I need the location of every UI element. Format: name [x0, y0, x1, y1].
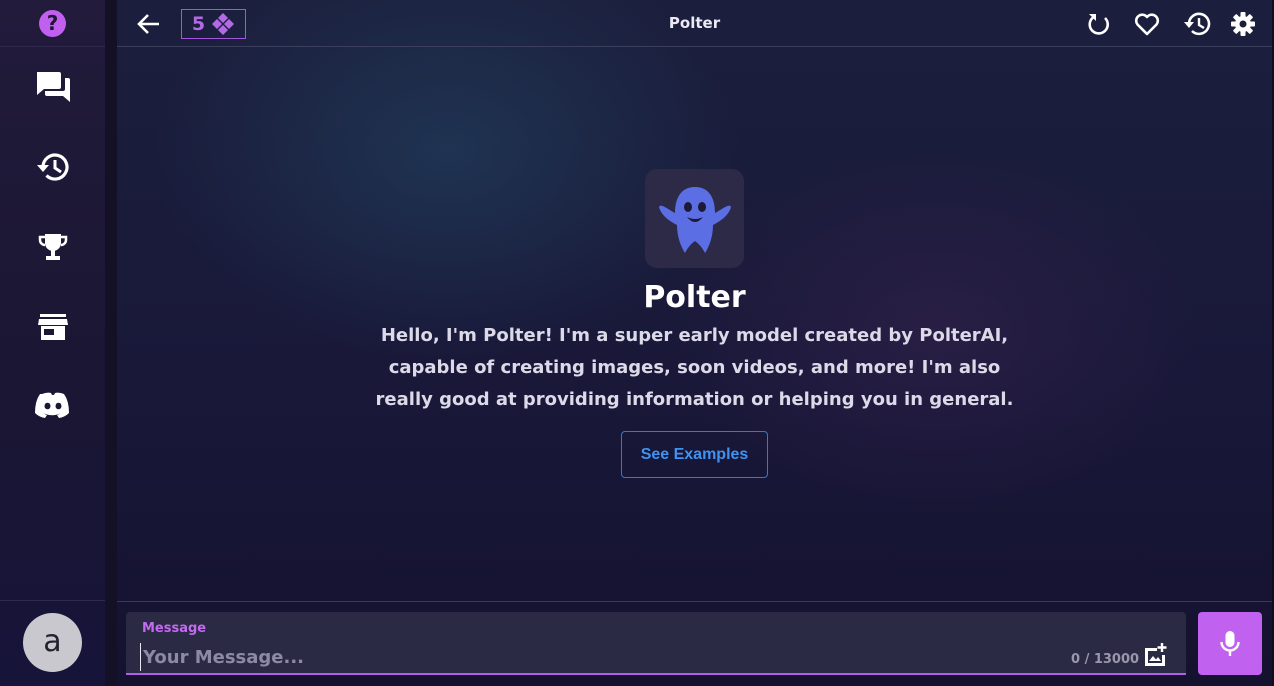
back-button[interactable]	[135, 10, 163, 38]
sidebar-divider	[105, 0, 117, 686]
sidebar-item-store[interactable]	[26, 303, 80, 351]
sidebar-item-leaderboard[interactable]	[26, 223, 80, 271]
composer-divider	[117, 601, 1272, 602]
settings-button[interactable]	[1229, 10, 1257, 38]
refresh-icon	[1088, 14, 1110, 35]
ghost-icon	[658, 186, 731, 253]
bot-description: Hello, I'm Polter! I'm a super early mod…	[375, 325, 1014, 410]
credits-badge[interactable]: 5	[181, 9, 246, 39]
chat-history-button[interactable]	[1183, 10, 1211, 38]
see-examples-button[interactable]: See Examples	[621, 431, 768, 478]
message-input[interactable]	[140, 643, 1040, 671]
message-label: Message	[142, 621, 207, 636]
credits-count: 5	[191, 13, 206, 35]
discord-icon	[35, 392, 69, 418]
sidebar-item-history[interactable]	[26, 143, 80, 191]
gear-icon	[1231, 12, 1255, 36]
store-icon	[38, 314, 68, 340]
microphone-button[interactable]	[1198, 612, 1262, 675]
sidebar-item-discord[interactable]	[26, 381, 80, 429]
trophy-icon	[38, 234, 68, 260]
sidebar-bottom: a	[0, 600, 105, 686]
bot-avatar	[645, 169, 744, 268]
arrow-left-icon	[137, 14, 159, 34]
chat-bubbles-icon	[37, 72, 70, 102]
favorite-button[interactable]	[1133, 10, 1161, 38]
main-panel: 5 Polter Polter Hello, I'm Polter! I'm a…	[117, 0, 1274, 686]
bot-name: Polter	[643, 280, 746, 315]
char-counter: 0 / 13000	[1071, 652, 1140, 667]
microphone-icon	[1220, 630, 1240, 656]
heart-icon	[1134, 13, 1160, 36]
message-field[interactable]: Message 0 / 13000	[126, 612, 1186, 675]
help-icon[interactable]: ?	[39, 9, 66, 37]
app-window: ? a 5 Polter Polter Hello, I'm Polter! I…	[0, 0, 1274, 686]
header: 5 Polter	[117, 0, 1272, 47]
sidebar-item-chats[interactable]	[26, 63, 80, 111]
avatar[interactable]: a	[23, 613, 82, 672]
history-icon	[37, 153, 69, 181]
gem-icon	[212, 13, 235, 35]
sidebar-top: ?	[0, 0, 105, 47]
sidebar: ? a	[0, 0, 105, 686]
refresh-button[interactable]	[1085, 10, 1113, 38]
history-icon	[1184, 12, 1211, 36]
add-image-button[interactable]	[1142, 642, 1168, 668]
add-photo-icon	[1145, 643, 1167, 666]
